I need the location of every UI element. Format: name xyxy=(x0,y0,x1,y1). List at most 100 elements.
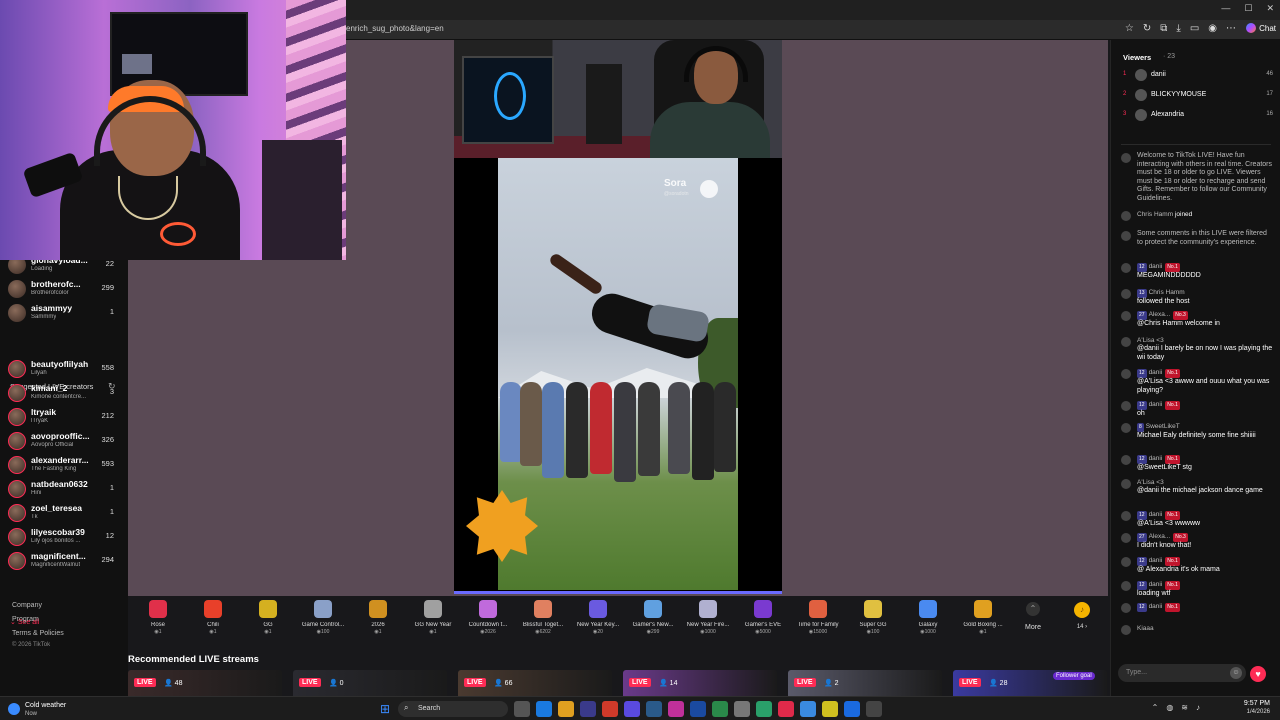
weather-widget[interactable]: Cold weather Now xyxy=(8,700,88,718)
steam-icon[interactable] xyxy=(646,701,662,717)
wifi-icon[interactable]: ≋ xyxy=(1181,703,1188,712)
gift-item[interactable]: Rose ◉1 xyxy=(132,600,184,635)
recommended-stream-card[interactable]: LIVE 👤 14 xyxy=(623,670,777,696)
chat-username[interactable]: Chris Hamm xyxy=(1149,289,1185,296)
edge-icon[interactable] xyxy=(536,701,552,717)
taskbar-search[interactable]: ⌕ Search xyxy=(398,701,508,717)
gift-item[interactable]: New Year Fire... ◉1000 xyxy=(682,600,734,635)
tab-icon[interactable]: ▭ xyxy=(1190,23,1199,34)
chat-username[interactable]: danii xyxy=(1149,511,1163,518)
sidebar-account[interactable]: natbdean0632 Hini 1 xyxy=(8,478,120,500)
file-explorer-icon[interactable] xyxy=(558,701,574,717)
gift-item[interactable]: Chili ◉1 xyxy=(187,600,239,635)
recommended-stream-card[interactable]: LIVE 👤 66 xyxy=(458,670,612,696)
tiktok-icon[interactable] xyxy=(778,701,794,717)
app-icon[interactable] xyxy=(580,701,596,717)
app-icon[interactable] xyxy=(866,701,882,717)
close-icon[interactable]: ✕ xyxy=(1266,3,1274,14)
gift-item[interactable]: Game Control... ◉100 xyxy=(297,600,349,635)
star-icon[interactable]: ☆ xyxy=(1125,23,1134,34)
chat-username[interactable]: danii xyxy=(1149,557,1163,564)
chat-username[interactable]: SweetLikeT xyxy=(1146,423,1180,430)
chat-username[interactable]: danii xyxy=(1149,369,1163,376)
footer-terms[interactable]: Terms & Policies xyxy=(12,630,64,637)
chat-username[interactable]: Alexa... xyxy=(1149,311,1171,318)
sidebar-account[interactable]: magnificent... MagnificentWalnut 294 xyxy=(8,550,120,572)
download-icon[interactable]: ⤓ xyxy=(1176,23,1180,34)
gift-item[interactable]: Blissful Toget... ◉6202 xyxy=(517,600,569,635)
app-icon[interactable] xyxy=(800,701,816,717)
windows-start-icon[interactable]: ⊞ xyxy=(380,702,390,716)
gift-item[interactable]: New Year Key... ◉20 xyxy=(572,600,624,635)
chat-username[interactable]: danii xyxy=(1149,401,1163,408)
top-viewer-row[interactable]: 3 Alexandria 16 xyxy=(1123,108,1273,124)
chat-username[interactable]: Alexa... xyxy=(1149,533,1171,540)
recommended-stream-card[interactable]: LIVE 👤 0 xyxy=(293,670,447,696)
refresh-icon[interactable]: ↻ xyxy=(1143,23,1151,34)
gift-item[interactable]: Gamer's EVE ◉5000 xyxy=(737,600,789,635)
maximize-icon[interactable]: ☐ xyxy=(1244,3,1252,14)
top-viewer-row[interactable]: 1 danii 46 xyxy=(1123,68,1273,84)
discord-icon[interactable] xyxy=(624,701,640,717)
url-text[interactable]: enrich_sug_photo&lang=en xyxy=(346,24,444,33)
live-badge: LIVE xyxy=(134,678,156,687)
sidebar-account[interactable]: aisammyy Sammmy 1 xyxy=(8,302,120,324)
gift-item[interactable]: Gamer's New... ◉299 xyxy=(627,600,679,635)
sidebar-account[interactable]: alexanderarr... The Fasting King 593 xyxy=(8,454,120,476)
chat-username[interactable]: A'Lisa <3 xyxy=(1137,479,1164,486)
sidebar-account[interactable]: aovoprooffic... Aovopro Official 326 xyxy=(8,430,120,452)
profile-icon[interactable]: ◉ xyxy=(1208,23,1217,34)
minimize-icon[interactable]: — xyxy=(1221,3,1230,14)
gift-item[interactable]: GG New Year ◉1 xyxy=(407,600,459,635)
sidebar-account[interactable]: beautyoflilyah Lilyah 558 xyxy=(8,358,120,380)
sidebar-account[interactable]: ltryaik lTryaK 212 xyxy=(8,406,120,428)
coin-balance[interactable]: ♪ 14 › xyxy=(1072,602,1092,630)
chevron-up-icon[interactable]: ⌃ xyxy=(1152,703,1159,712)
chat-input[interactable]: Type... ☺ xyxy=(1118,664,1246,682)
network-icon[interactable]: ◍ xyxy=(1166,703,1173,712)
emoji-icon[interactable]: ☺ xyxy=(1230,667,1242,679)
recommended-stream-card[interactable]: LIVE 👤 2 xyxy=(788,670,942,696)
sidebar-account[interactable]: zoel_teresea Tk 1 xyxy=(8,502,120,524)
chat-username[interactable]: danii xyxy=(1149,455,1163,462)
gifts-more-button[interactable]: ⌃ More xyxy=(1020,602,1046,631)
settings-icon[interactable] xyxy=(734,701,750,717)
sidebar-account[interactable]: lilyescobar39 Lily ojos bonitos ... 12 xyxy=(8,526,120,548)
copilot-chat-button[interactable]: Chat xyxy=(1246,23,1276,33)
app-icon[interactable] xyxy=(756,701,772,717)
app-icon[interactable] xyxy=(844,701,860,717)
top-viewer-row[interactable]: 2 BLICKYYMOUSE 17 xyxy=(1123,88,1273,104)
task-view-icon[interactable] xyxy=(514,701,530,717)
gift-item[interactable]: Countdown t... ◉2026 xyxy=(462,600,514,635)
video-progress[interactable] xyxy=(454,591,782,594)
gift-item[interactable]: Galaxy ◉1000 xyxy=(902,600,954,635)
recommended-stream-card[interactable]: LIVE 👤 48 xyxy=(128,670,282,696)
like-heart-button[interactable]: ♥ xyxy=(1250,666,1266,682)
instagram-icon[interactable] xyxy=(668,701,684,717)
viewers-title[interactable]: Viewers xyxy=(1123,53,1151,62)
footer-program[interactable]: Program xyxy=(12,616,39,623)
chat-username[interactable]: danii xyxy=(1149,263,1163,270)
sidebar-account[interactable]: kimani_2 Kimone contentcre... 3 xyxy=(8,382,120,404)
gift-item[interactable]: Gold Boxing ... ◉1 xyxy=(957,600,1009,635)
chat-username[interactable]: Chris Hamm xyxy=(1137,211,1173,218)
clock[interactable]: 9:57 PM 1/4/2026 xyxy=(1244,700,1270,715)
app-icon[interactable] xyxy=(822,701,838,717)
menu-icon[interactable]: ⋯ xyxy=(1226,23,1236,34)
chat-username[interactable]: A'Lisa <3 xyxy=(1137,337,1164,344)
gift-item[interactable]: GG ◉1 xyxy=(242,600,294,635)
recommended-stream-card[interactable]: LIVE 👤 28 Follower goal xyxy=(953,670,1107,696)
chat-username[interactable]: danii xyxy=(1149,603,1163,610)
volume-icon[interactable]: ♪ xyxy=(1196,703,1200,712)
gift-item[interactable]: Time for Family ◉15000 xyxy=(792,600,844,635)
footer-company[interactable]: Company xyxy=(12,602,42,609)
gift-item[interactable]: 2026 ◉1 xyxy=(352,600,404,635)
chat-username[interactable]: Kiaaa xyxy=(1137,625,1154,632)
app-icon[interactable] xyxy=(602,701,618,717)
app-icon[interactable] xyxy=(690,701,706,717)
gift-item[interactable]: Super GG ◉100 xyxy=(847,600,899,635)
app-icon[interactable] xyxy=(712,701,728,717)
chat-username[interactable]: danii xyxy=(1149,581,1163,588)
sidebar-account[interactable]: brotherofc... Brotherofcolor 299 xyxy=(8,278,120,300)
extensions-icon[interactable]: ⧉ xyxy=(1160,23,1167,34)
